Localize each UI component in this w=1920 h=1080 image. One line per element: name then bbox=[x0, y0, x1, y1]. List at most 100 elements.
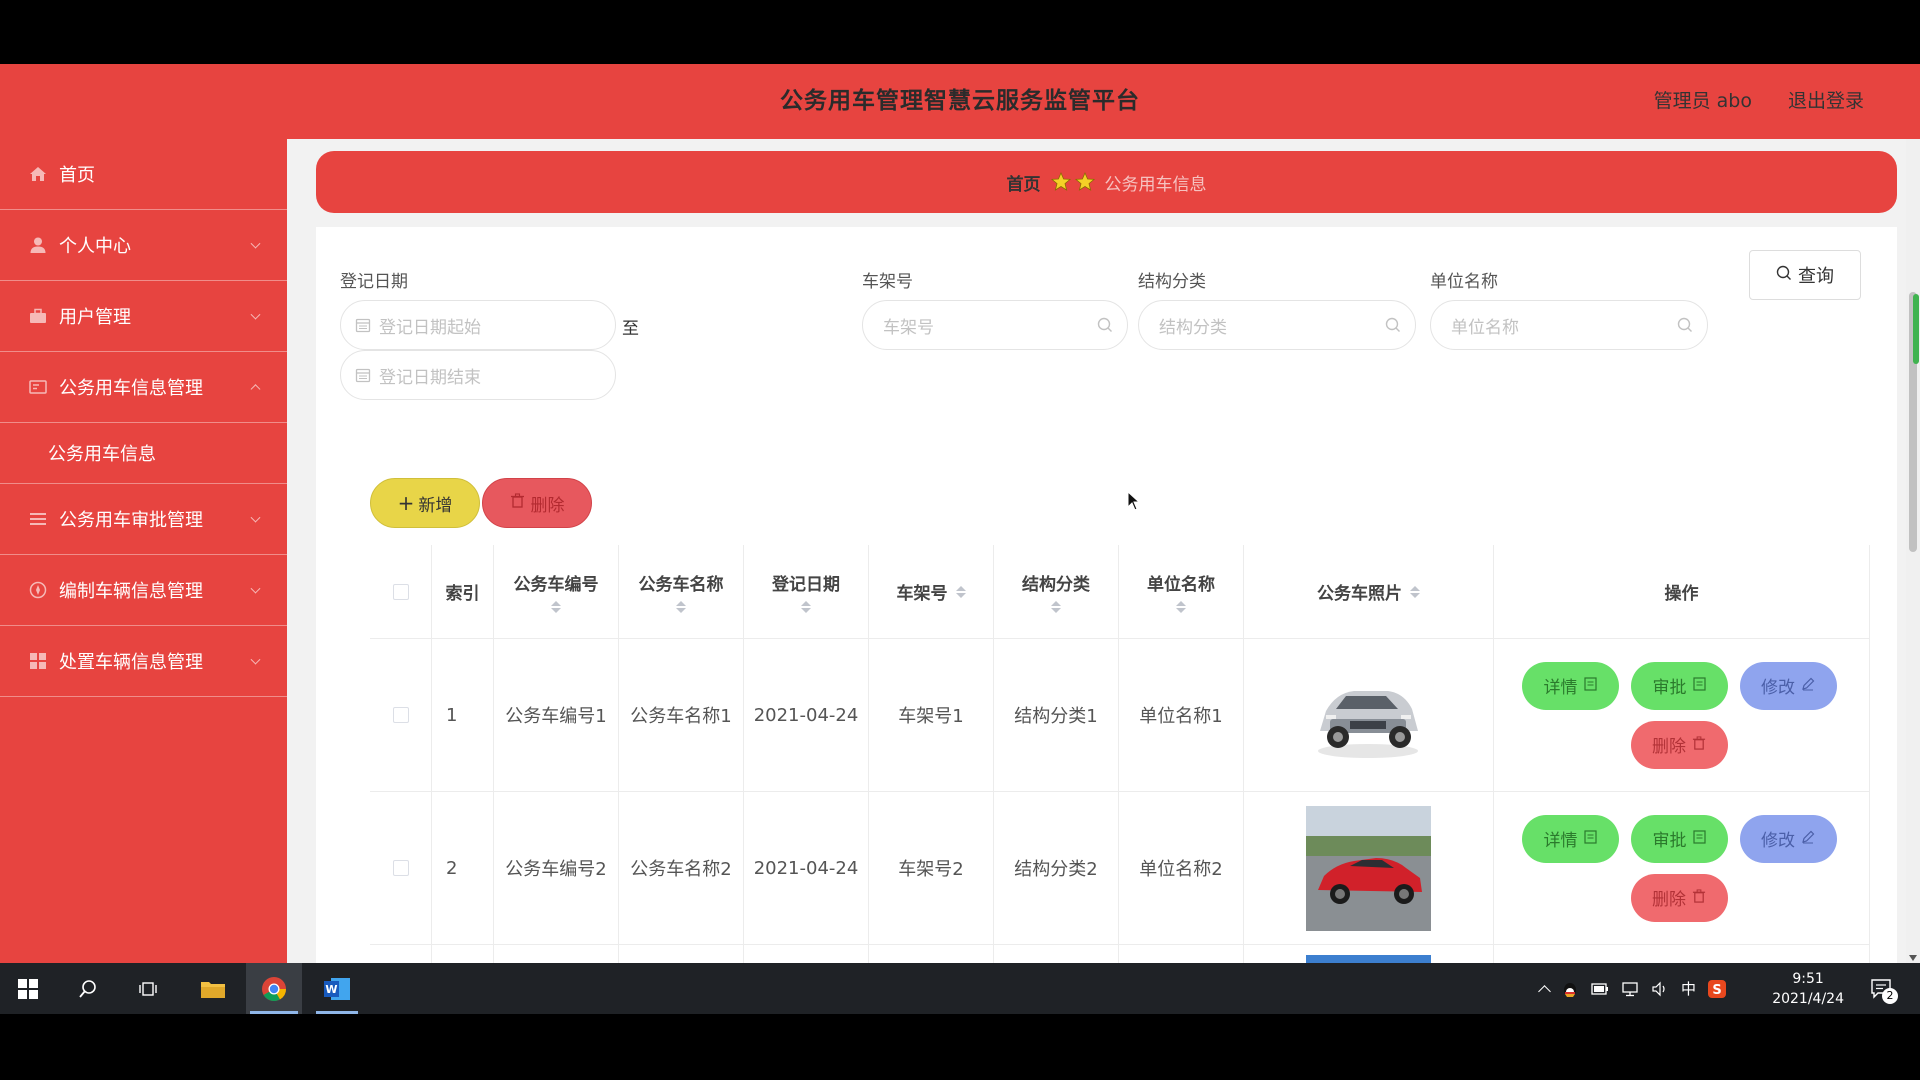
add-button[interactable]: + 新增 bbox=[370, 478, 480, 528]
sort-icon[interactable] bbox=[1176, 601, 1186, 613]
briefcase-icon bbox=[28, 306, 48, 326]
batch-delete-button[interactable]: 删除 bbox=[482, 478, 592, 528]
sort-icon[interactable] bbox=[955, 585, 966, 598]
action-center-button[interactable]: 2 bbox=[1862, 963, 1902, 1014]
edit-button[interactable]: 修改 bbox=[1739, 814, 1837, 863]
chevron-down-icon bbox=[250, 238, 261, 249]
edit-button[interactable]: 修改 bbox=[1739, 661, 1837, 710]
col-structure[interactable]: 结构分类 bbox=[994, 545, 1119, 638]
row-index: 2 bbox=[432, 792, 494, 944]
sidebar-item-profile[interactable]: 个人中心 bbox=[0, 210, 287, 281]
sogou-icon[interactable]: S bbox=[1708, 979, 1727, 998]
table-header: 索引 公务车编号 公务车名称 登记日期 车架号 结构分类 单位名称 公务车照片 … bbox=[370, 545, 1870, 639]
detail-button[interactable]: 详情 bbox=[1521, 814, 1619, 863]
logout-link[interactable]: 退出登录 bbox=[1788, 64, 1864, 139]
frame-input[interactable]: 车架号 bbox=[862, 300, 1128, 350]
row-checkbox[interactable] bbox=[392, 707, 409, 723]
sort-icon[interactable] bbox=[676, 601, 686, 613]
unit-label: 单位名称 bbox=[1430, 272, 1498, 292]
select-all-checkbox[interactable] bbox=[392, 583, 409, 600]
sidebar-item-staffing-mgmt[interactable]: 编制车辆信息管理 bbox=[0, 555, 287, 626]
row-delete-button[interactable]: 删除 bbox=[1630, 873, 1728, 922]
edit-button-label: 修改 bbox=[1761, 678, 1795, 698]
sidebar-item-label: 公务用车信息管理 bbox=[59, 378, 203, 399]
date-end-input[interactable]: 登记日期结束 bbox=[340, 350, 616, 400]
trash-icon bbox=[510, 493, 525, 513]
sidebar-subitem-vehicle-info[interactable]: 公务用车信息 bbox=[0, 423, 287, 484]
plus-icon: + bbox=[397, 491, 415, 515]
mouse-cursor-icon bbox=[1127, 491, 1141, 511]
sidebar-item-home[interactable]: 首页 bbox=[0, 139, 287, 210]
clock-date: 2021/4/24 bbox=[1772, 991, 1844, 1007]
row-select-cell bbox=[370, 639, 432, 791]
sidebar-item-approval-mgmt[interactable]: 公务用车审批管理 bbox=[0, 484, 287, 555]
car-photo-sportscar[interactable] bbox=[1306, 805, 1431, 931]
col-code-label: 公务车编号 bbox=[513, 575, 599, 595]
col-unit[interactable]: 单位名称 bbox=[1119, 545, 1244, 638]
delete-button-label: 删除 bbox=[530, 495, 565, 516]
row-checkbox[interactable] bbox=[392, 860, 409, 876]
sidebar-item-users[interactable]: 用户管理 bbox=[0, 281, 287, 352]
taskbar-clock[interactable]: 9:51 2021/4/24 bbox=[1772, 969, 1844, 1009]
col-ops: 操作 bbox=[1494, 545, 1870, 638]
date-start-input[interactable]: 登记日期起始 bbox=[340, 300, 616, 350]
row-delete-button[interactable]: 删除 bbox=[1630, 720, 1728, 769]
car-photo-suv[interactable] bbox=[1306, 652, 1431, 778]
document-icon bbox=[1692, 829, 1706, 849]
taskbar-chrome[interactable] bbox=[246, 963, 302, 1014]
chevron-up-icon bbox=[250, 384, 261, 395]
approve-button-label: 审批 bbox=[1652, 831, 1687, 851]
detail-button-label: 详情 bbox=[1543, 831, 1578, 851]
row-code: 公务车编号2 bbox=[494, 792, 619, 944]
sort-icon[interactable] bbox=[551, 601, 561, 613]
structure-input[interactable]: 结构分类 bbox=[1138, 300, 1416, 350]
chevron-up-icon[interactable] bbox=[1538, 985, 1551, 998]
scroll-down-arrow-icon[interactable] bbox=[1909, 955, 1917, 961]
sort-icon[interactable] bbox=[1051, 601, 1061, 613]
sort-icon[interactable] bbox=[801, 601, 811, 613]
ime-indicator[interactable]: 中 bbox=[1681, 978, 1696, 999]
row-frame bbox=[869, 945, 994, 963]
chevron-down-icon bbox=[250, 309, 261, 320]
structure-placeholder: 结构分类 bbox=[1159, 317, 1227, 338]
battery-icon[interactable] bbox=[1591, 982, 1609, 996]
car-photo-blue[interactable] bbox=[1306, 955, 1431, 963]
breadcrumb-home[interactable]: 首页 bbox=[1007, 170, 1041, 195]
taskbar-search-button[interactable] bbox=[68, 963, 108, 1014]
col-code[interactable]: 公务车编号 bbox=[494, 545, 619, 638]
taskbar-word[interactable]: W bbox=[312, 963, 362, 1014]
qq-icon[interactable] bbox=[1561, 980, 1579, 998]
vertical-scrollbar[interactable] bbox=[1906, 139, 1920, 963]
taskbar-file-explorer[interactable] bbox=[190, 963, 236, 1014]
approve-button[interactable]: 审批 bbox=[1630, 661, 1728, 710]
date-start-placeholder: 登记日期起始 bbox=[379, 317, 481, 338]
row-photo-cell bbox=[1244, 945, 1494, 963]
unit-input[interactable]: 单位名称 bbox=[1430, 300, 1708, 350]
row-frame: 车架号2 bbox=[869, 792, 994, 944]
col-frame[interactable]: 车架号 bbox=[869, 545, 994, 638]
col-photo[interactable]: 公务车照片 bbox=[1244, 545, 1494, 638]
col-date[interactable]: 登记日期 bbox=[744, 545, 869, 638]
sort-icon[interactable] bbox=[1410, 585, 1420, 598]
query-button[interactable]: 查询 bbox=[1749, 250, 1861, 300]
side-indicator bbox=[1913, 294, 1919, 364]
detail-button[interactable]: 详情 bbox=[1521, 661, 1619, 710]
clock-time: 9:51 bbox=[1792, 971, 1824, 987]
approve-button[interactable]: 审批 bbox=[1630, 814, 1728, 863]
app-title: 公务用车管理智慧云服务监管平台 bbox=[780, 88, 1140, 114]
network-icon[interactable] bbox=[1621, 981, 1639, 997]
breadcrumb-separator bbox=[1050, 172, 1095, 192]
task-view-button[interactable] bbox=[128, 963, 168, 1014]
row-index: 1 bbox=[432, 639, 494, 791]
screen: 公务用车管理智慧云服务监管平台 管理员 abo 退出登录 首页 个人中心 用户管… bbox=[0, 0, 1920, 1080]
sidebar-item-vehicle-info-mgmt[interactable]: 公务用车信息管理 bbox=[0, 352, 287, 423]
volume-icon[interactable] bbox=[1651, 981, 1669, 997]
start-button[interactable] bbox=[8, 963, 48, 1014]
row-unit bbox=[1119, 945, 1244, 963]
home-icon bbox=[28, 164, 48, 184]
search-icon bbox=[1097, 317, 1113, 333]
sidebar-item-disposal-mgmt[interactable]: 处置车辆信息管理 bbox=[0, 626, 287, 697]
col-name[interactable]: 公务车名称 bbox=[619, 545, 744, 638]
row-unit: 单位名称1 bbox=[1119, 639, 1244, 791]
search-icon bbox=[1677, 317, 1693, 333]
